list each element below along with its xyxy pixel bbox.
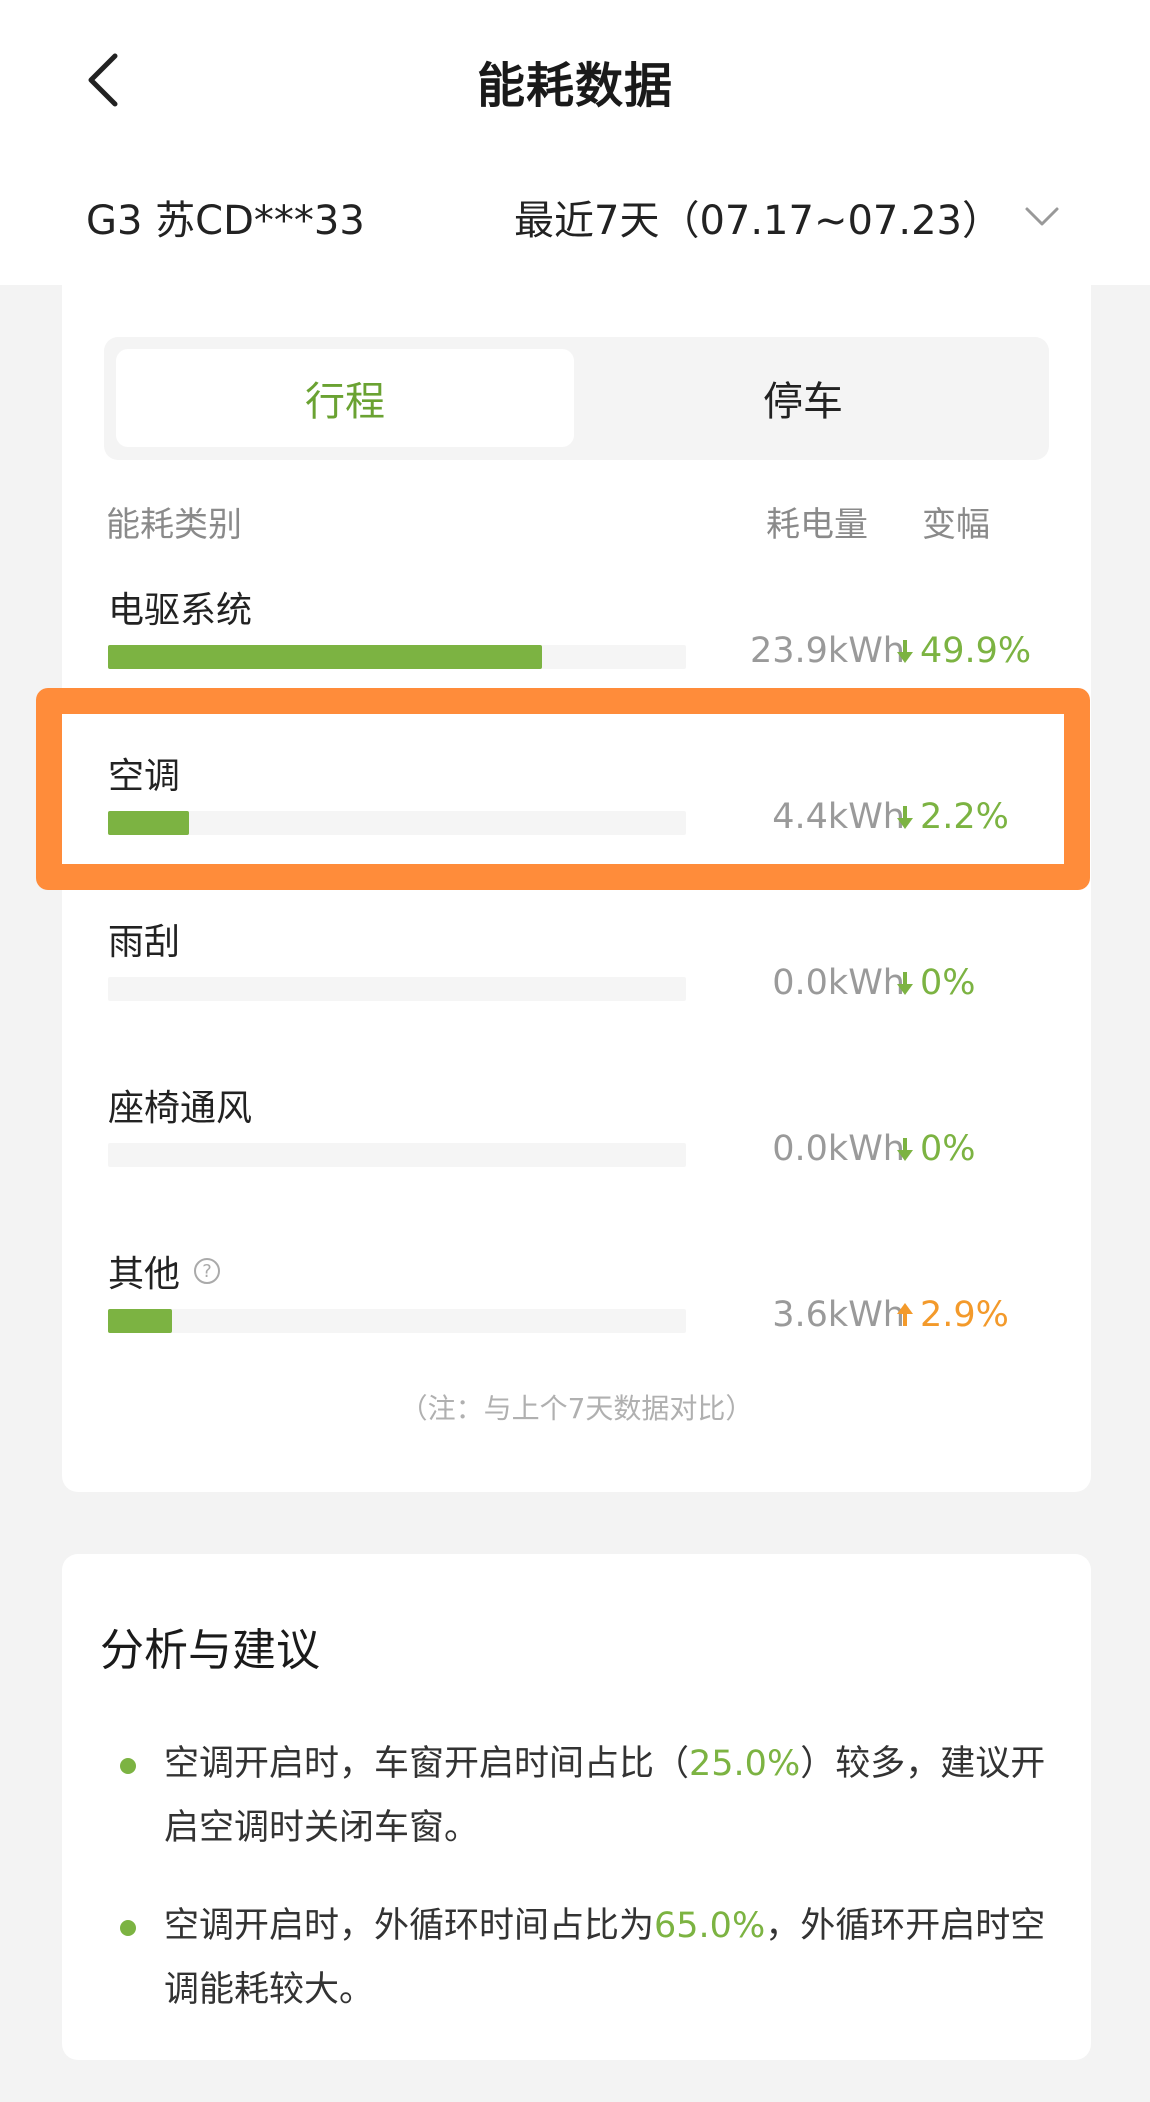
progress-fill [108,645,542,669]
arrow-down-icon [897,640,913,663]
energy-row[interactable]: 雨刮 0.0kWh 0% [62,913,1091,1033]
header-category: 能耗类别 [106,505,242,545]
top-bar: 能耗数据 G3 苏CD***33 最近7天（07.17~07.23） [0,0,1150,285]
arrow-down-icon [897,1138,913,1161]
tab-trip[interactable]: 行程 [116,349,574,447]
row-change: 0% [896,1129,976,1169]
row-kwh: 3.6kWh [772,1295,905,1335]
date-range-label: 最近7天（07.17~07.23） [514,198,1002,244]
row-name: 电驱系统 [108,590,253,631]
energy-row[interactable]: 电驱系统 23.9kWh 49.9% [62,581,1091,701]
row-change: 0% [896,963,976,1003]
progress-fill [108,1309,172,1333]
row-kwh: 4.4kWh [772,797,905,837]
header-consumption: 耗电量 [766,505,868,545]
row-name: 空调 [108,756,181,797]
energy-card: 行程 停车 能耗类别 耗电量 变幅 电驱系统 23.9kWh 49.9% 空调 … [62,285,1091,1492]
comparison-note: （注：与上个7天数据对比） [399,1392,754,1425]
row-kwh: 0.0kWh [772,1129,905,1169]
row-name: 其他 ? [108,1245,221,1297]
row-change: 49.9% [896,631,1031,671]
row-name: 座椅通风 [108,1088,253,1129]
energy-row[interactable]: 空调 4.4kWh 2.2% [62,747,1091,867]
energy-row[interactable]: 其他 ? 3.6kWh 2.9% [62,1245,1091,1365]
arrow-down-icon [897,806,913,829]
progress-track [108,1309,686,1333]
segment-control: 行程 停车 [104,337,1049,460]
tip-item: 空调开启时，车窗开启时间占比（25.0%）较多，建议开启空调时关闭车窗。 [120,1732,1070,1860]
energy-row[interactable]: 座椅通风 0.0kWh 0% [62,1079,1091,1199]
progress-track [108,811,686,835]
row-kwh: 23.9kWh [750,631,905,671]
page-title: 能耗数据 [476,58,673,114]
progress-track [108,977,686,1001]
row-change: 2.9% [896,1295,1009,1335]
row-change: 2.2% [896,797,1009,837]
analysis-card: 分析与建议 空调开启时，车窗开启时间占比（25.0%）较多，建议开启空调时关闭车… [62,1554,1091,2060]
chevron-down-icon [1025,207,1059,226]
date-range-selector[interactable]: 最近7天（07.17~07.23） [514,188,1060,246]
tab-parking[interactable]: 停车 [574,349,1032,447]
help-icon[interactable]: ? [194,1258,221,1284]
bullet-dot-icon [120,1920,136,1936]
row-name: 雨刮 [108,922,181,963]
analysis-title: 分析与建议 [100,1625,320,1676]
arrow-down-icon [897,972,913,995]
arrow-up-icon [897,1303,913,1326]
progress-track [108,645,686,669]
progress-fill [108,811,189,835]
header-change: 变幅 [922,505,990,545]
tip-item: 空调开启时，外循环时间占比为65.0%，外循环开启时空调能耗较大。 [120,1894,1070,2022]
bullet-dot-icon [120,1758,136,1774]
vehicle-plate: G3 苏CD***33 [86,198,365,244]
progress-track [108,1143,686,1167]
row-kwh: 0.0kWh [772,963,905,1003]
